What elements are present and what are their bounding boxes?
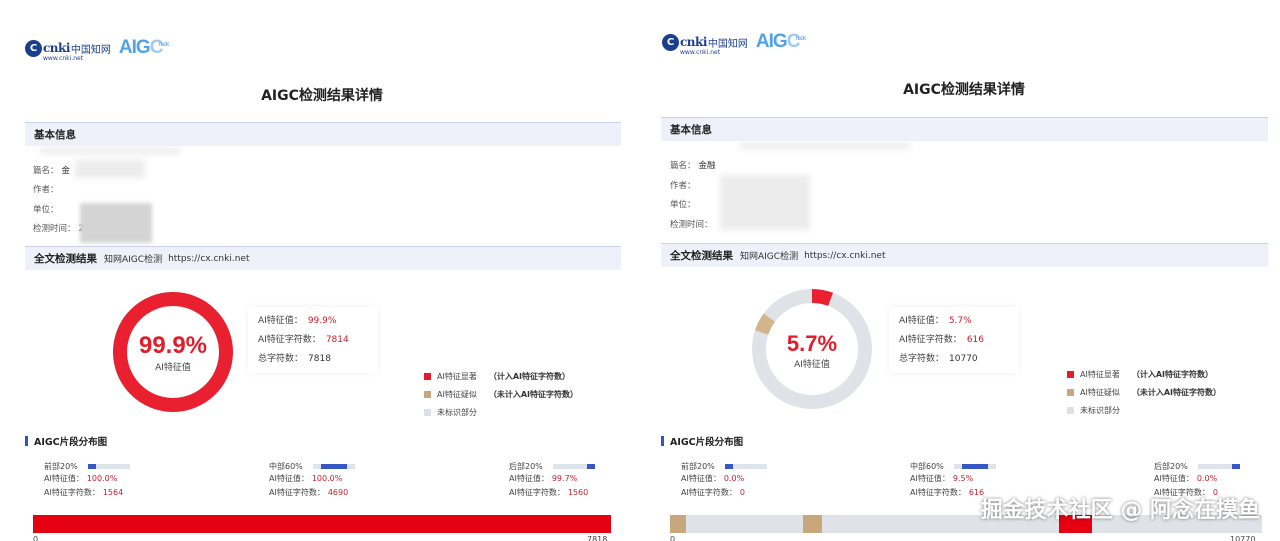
- aigc-check-logo: AIGCheck: [755, 31, 806, 52]
- section-subtitle: 知网AIGC检测: [104, 255, 163, 265]
- info-unit-row: 单位：: [670, 200, 696, 210]
- redaction: [75, 160, 145, 178]
- info-title-row: 篇名：金: [33, 166, 71, 176]
- cnki-aigc-logo: C cnki 中国知网 www.cnki.net AIGCheck: [25, 37, 169, 62]
- page-title: AIGC检测结果详情: [261, 88, 383, 104]
- redaction: [80, 203, 152, 243]
- segment-front: 前部20% AI特征值： 0.0% AI特征字符数： 0: [681, 460, 767, 500]
- info-unit-row: 单位：: [33, 205, 59, 215]
- basic-info-header: 基本信息: [25, 122, 621, 146]
- cnki-aigc-logo: C cnki 中国知网 www.cnki.net AIGCheck: [662, 31, 806, 56]
- section-url[interactable]: https://cx.cnki.net: [168, 254, 249, 264]
- axis-start: 0: [670, 535, 676, 541]
- stat-ai-value: AI特征值： 99.9%: [258, 316, 337, 326]
- swatch-icon: [1067, 370, 1074, 378]
- donut-percent: 99.9%: [138, 332, 208, 359]
- section-title: 基本信息: [34, 129, 76, 141]
- fragment-suspected[interactable]: [803, 515, 822, 533]
- section-title: 全文检测结果: [670, 250, 733, 262]
- ai-ratio-donut: 5.7% AI特征值: [750, 287, 874, 411]
- redaction: [740, 143, 910, 149]
- cnki-cn-name: 中国知网: [707, 38, 748, 50]
- redaction: [720, 175, 810, 230]
- swatch-icon: [1067, 388, 1074, 396]
- full-result-header: 全文检测结果 知网AIGC检测 https://cx.cnki.net: [661, 243, 1268, 267]
- stat-ai-chars: AI特征字符数： 7814: [258, 335, 349, 345]
- cnki-url: www.cnki.net: [43, 54, 84, 62]
- basic-info-header: 基本信息: [661, 117, 1268, 141]
- section-url[interactable]: https://cx.cnki.net: [804, 251, 885, 261]
- swatch-icon: [424, 408, 431, 416]
- full-result-header: 全文检测结果 知网AIGC检测 https://cx.cnki.net: [25, 246, 621, 270]
- info-time-row: 检测时间：: [670, 220, 713, 230]
- cnki-letters: cnki: [43, 41, 70, 55]
- swatch-icon: [1067, 406, 1074, 414]
- donut-label: AI特征值: [794, 360, 830, 370]
- fragment-significant[interactable]: [33, 515, 611, 533]
- ai-ratio-donut: 99.9% AI特征值: [111, 290, 235, 414]
- segment-front: 前部20% AI特征值： 100.0% AI特征字符数： 1564: [44, 460, 130, 500]
- legend-significant: AI特征显著 （计入AI特征字符数）: [1067, 365, 1221, 383]
- distribution-title: AIGC片段分布图: [25, 434, 107, 448]
- info-author-row: 作者：: [670, 181, 696, 191]
- legend-significant: AI特征显著 （计入AI特征字符数）: [424, 367, 578, 385]
- aigc-check-logo: AIGCheck: [118, 37, 169, 58]
- cnki-letters: cnki: [680, 35, 707, 49]
- axis-end: 7818: [587, 535, 608, 541]
- cnki-logo: C cnki 中国知网 www.cnki.net: [25, 39, 111, 62]
- info-title-row: 篇名： 金融: [670, 161, 716, 171]
- donut-percent: 5.7%: [786, 331, 838, 356]
- redaction: [40, 148, 180, 154]
- legend-unmarked: 未标识部分: [424, 403, 578, 421]
- stat-total-chars: 总字符数： 10770: [899, 354, 978, 364]
- swatch-icon: [424, 390, 431, 398]
- info-author-row: 作者：: [33, 185, 59, 195]
- stats-card: AI特征值： 99.9% AI特征字符数： 7814 总字符数： 7818: [248, 307, 378, 373]
- cnki-logo: C cnki 中国知网 www.cnki.net: [662, 33, 748, 56]
- donut-label: AI特征值: [155, 363, 191, 373]
- stat-total-chars: 总字符数： 7818: [258, 354, 331, 364]
- fragment-distribution-bar: [33, 515, 611, 533]
- legend-suspected: AI特征疑似 （未计入AI特征字符数）: [424, 385, 578, 403]
- section-title: 全文检测结果: [34, 253, 97, 265]
- cnki-url: www.cnki.net: [680, 48, 721, 56]
- segment-back: 后部20% AI特征值： 99.7% AI特征字符数： 1560: [509, 460, 595, 500]
- section-title: 基本信息: [670, 124, 712, 136]
- watermark: 掘金技术社区 @ 阿念在摸鱼: [980, 498, 1260, 523]
- stat-ai-chars: AI特征字符数： 616: [899, 335, 984, 345]
- cnki-cn-name: 中国知网: [70, 44, 111, 56]
- distribution-title: AIGC片段分布图: [661, 434, 743, 448]
- page-title: AIGC检测结果详情: [903, 82, 1025, 98]
- legend: AI特征显著 （计入AI特征字符数） AI特征疑似 （未计入AI特征字符数） 未标识…: [424, 367, 578, 421]
- fragment-suspected[interactable]: [670, 515, 686, 533]
- legend: AI特征显著 （计入AI特征字符数） AI特征疑似 （未计入AI特征字符数） 未标识…: [1067, 365, 1221, 419]
- axis-end: 10770: [1230, 535, 1256, 541]
- title-accent: [661, 436, 664, 446]
- segment-middle: 中部60% AI特征值： 100.0% AI特征字符数： 4690: [269, 460, 355, 500]
- cnki-globe-icon: C: [662, 33, 679, 51]
- swatch-icon: [424, 372, 431, 380]
- report-right: C cnki 中国知网 www.cnki.net AIGCheck AIGC检测…: [640, 0, 1280, 541]
- legend-suspected: AI特征疑似 （未计入AI特征字符数）: [1067, 383, 1221, 401]
- legend-unmarked: 未标识部分: [1067, 401, 1221, 419]
- title-accent: [25, 436, 28, 446]
- axis-start: 0: [33, 535, 39, 541]
- cnki-globe-icon: C: [25, 39, 42, 57]
- stats-card: AI特征值： 5.7% AI特征字符数： 616 总字符数： 10770: [889, 307, 1019, 373]
- stat-ai-value: AI特征值： 5.7%: [899, 316, 972, 326]
- section-subtitle: 知网AIGC检测: [740, 252, 799, 262]
- report-left: C cnki 中国知网 www.cnki.net AIGCheck AIGC检测…: [0, 0, 640, 541]
